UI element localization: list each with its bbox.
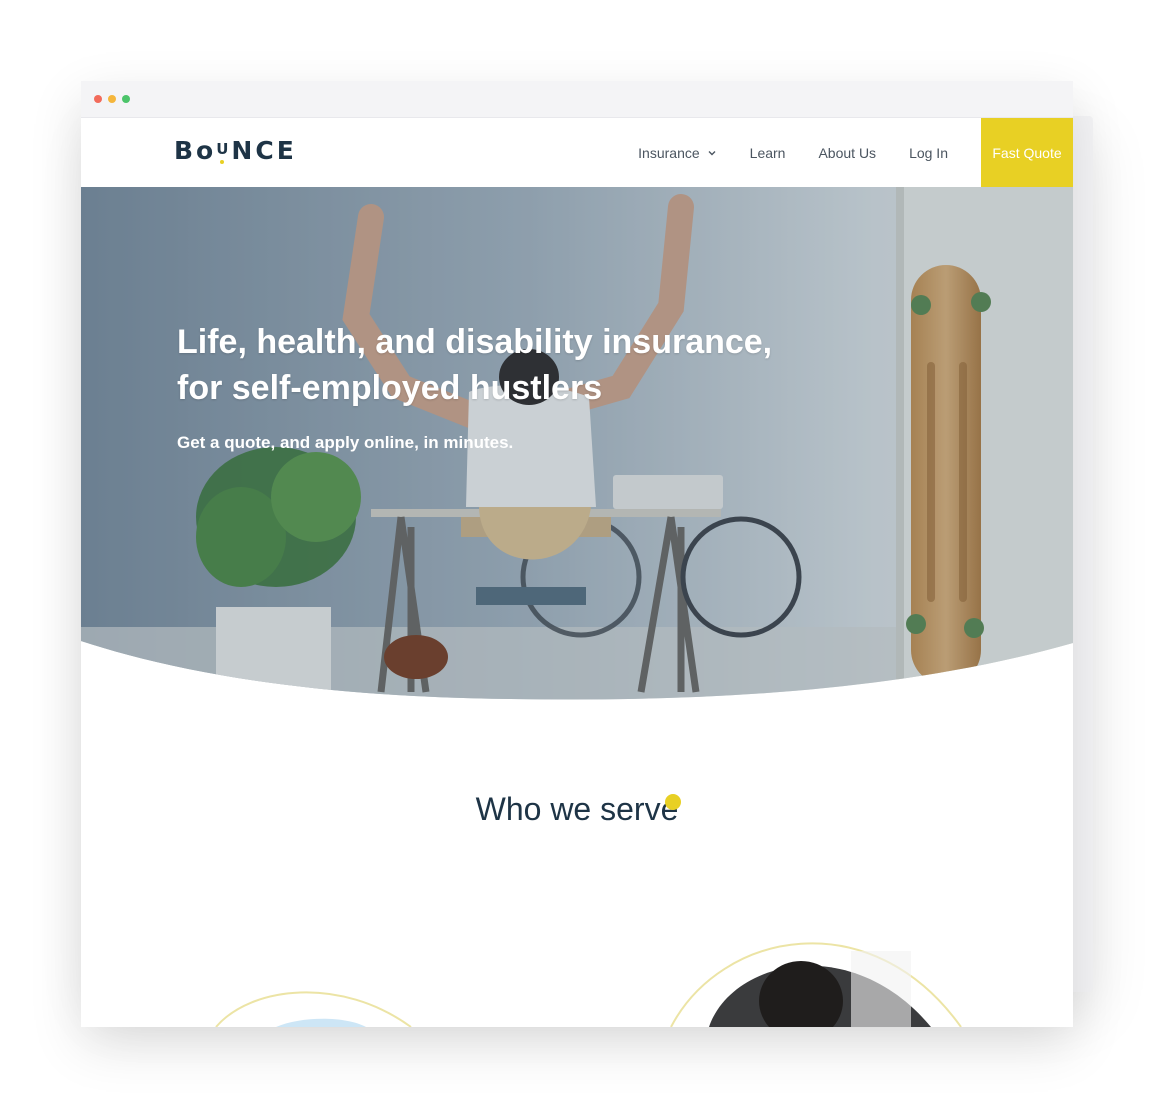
nav-about-us[interactable]: About Us <box>818 145 876 161</box>
who-we-serve-preview <box>215 942 962 1027</box>
minimize-window-dot[interactable] <box>108 95 116 103</box>
nav-log-in-label: Log In <box>909 145 948 161</box>
who-we-serve-title: Who we serve <box>475 791 679 827</box>
hero-subtitle: Get a quote, and apply online, in minute… <box>177 433 514 452</box>
chevron-down-icon <box>708 151 716 156</box>
fast-quote-label: Fast Quote <box>992 145 1062 161</box>
hero-section: Life, health, and disability insurance, … <box>81 187 1073 707</box>
nav-log-in[interactable]: Log In <box>909 145 948 161</box>
fast-quote-button[interactable]: Fast Quote <box>981 118 1073 188</box>
navbar: BoU NCE Insurance Learn About Us Log In F… <box>81 118 1073 188</box>
window-chrome <box>81 81 1073 118</box>
hero-title: Life, health, and disability insurance, … <box>177 323 773 407</box>
browser-window: BoU NCE Insurance Learn About Us Log In F… <box>81 81 1073 1027</box>
logo-text-u: U <box>216 140 232 158</box>
logo-text-post: NCE <box>231 136 297 165</box>
nav-learn[interactable]: Learn <box>750 145 786 161</box>
nav-links: Insurance Learn About Us Log In Fast Quo… <box>638 118 1073 188</box>
logo-text-pre: Bo <box>174 136 217 165</box>
nav-insurance-label: Insurance <box>638 145 700 161</box>
close-window-dot[interactable] <box>94 95 102 103</box>
brand-logo[interactable]: BoU NCE <box>174 136 297 166</box>
maximize-window-dot[interactable] <box>122 95 130 103</box>
nav-about-us-label: About Us <box>818 145 877 161</box>
logo-dot <box>220 160 225 164</box>
nav-insurance[interactable]: Insurance <box>638 145 716 161</box>
nav-learn-label: Learn <box>749 145 786 161</box>
title-accent-dot <box>665 794 681 810</box>
